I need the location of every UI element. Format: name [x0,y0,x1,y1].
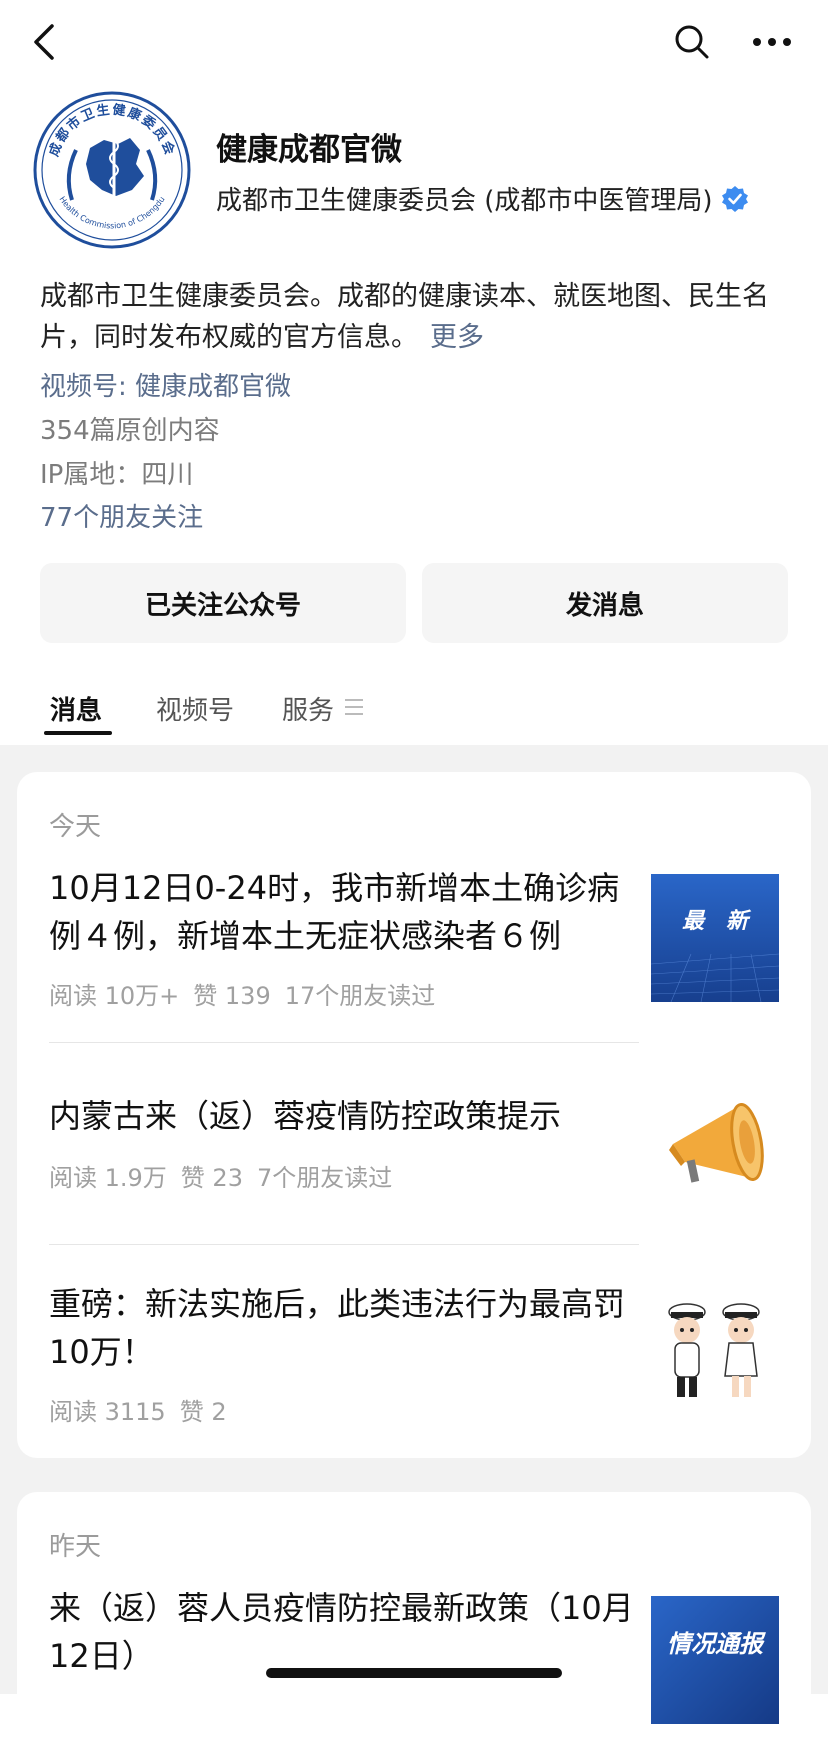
channels-link[interactable]: 视频号: 健康成都官微 [40,366,291,403]
read-count: 阅读 10万+ [49,982,180,1010]
tab-messages[interactable]: 消息 [50,690,102,727]
divider [49,1244,639,1245]
more-link[interactable]: 更多 [430,322,484,353]
home-indicator [266,1668,562,1678]
tab-services[interactable]: 服务 [282,690,334,727]
friends-read: 7个朋友读过 [256,1164,393,1192]
more-options-icon[interactable] [752,36,792,48]
account-description: 成都市卫生健康委员会。成都的健康读本、就医地图、民生名片，同时发布权威的官方信息… [40,276,800,358]
read-count: 阅读 1.9万 [49,1164,167,1192]
article-title[interactable]: 重磅：新法实施后，此类违法行为最高罚10万！ [49,1280,649,1376]
date-label: 今天 [49,812,102,842]
feed-card-yesterday: 昨天 来（返）蓉人员疫情防控最新政策（10月12日） 情况通报 [17,1492,811,1752]
menu-icon[interactable] [344,698,364,716]
thumbnail-text: 情况通报 [667,1630,766,1658]
like-count: 赞 2 [179,1398,227,1426]
description-text: 成都市卫生健康委员会。成都的健康读本、就医地图、民生名片，同时发布权威的官方信息… [40,281,769,353]
article-thumbnail[interactable]: 情况通报 [651,1596,779,1724]
account-logo[interactable]: 成都市卫生健康委员会 Health Commission of Chengdu [32,90,192,250]
like-count: 赞 23 [180,1164,243,1192]
read-count: 阅读 3115 [49,1398,166,1426]
account-name: 健康成都官微 [216,132,402,168]
article-meta: 阅读 3115 赞 2 [49,1392,241,1427]
divider [49,1042,639,1043]
verified-icon [721,186,748,212]
article-title[interactable]: 来（返）蓉人员疫情防控最新政策（10月12日） [49,1584,649,1680]
friends-following[interactable]: 77个朋友关注 [40,497,203,534]
megaphone-thumbnail[interactable] [651,1078,779,1206]
like-count: 赞 139 [193,982,271,1010]
back-icon[interactable] [30,22,58,62]
article-meta: 阅读 10万+ 赞 139 17个朋友读过 [49,976,449,1011]
thumbnail-text: 最 新 [682,908,752,934]
megaphone-icon [651,1078,779,1206]
send-message-button[interactable]: 发消息 [422,563,788,643]
police-officers-icon [651,1290,779,1418]
original-content-count[interactable]: 354篇原创内容 [40,410,220,447]
police-cartoon-thumbnail[interactable] [651,1290,779,1418]
followed-button[interactable]: 已关注公众号 [40,563,406,643]
search-icon[interactable] [672,22,712,62]
tab-channels[interactable]: 视频号 [156,690,234,727]
article-title[interactable]: 内蒙古来（返）蓉疫情防控政策提示 [49,1092,649,1140]
feed-card-today: 今天 10月12日0-24时，我市新增本土确诊病例４例，新增本土无症状感染者６例… [17,772,811,1458]
date-label: 昨天 [49,1532,102,1562]
tab-active-indicator [44,731,112,735]
friends-read: 17个朋友读过 [284,982,436,1010]
article-meta: 阅读 1.9万赞 23 7个朋友读过 [49,1158,406,1193]
organization-name: 成都市卫生健康委员会 (成都市中医管理局) [216,186,713,216]
account-organization: 成都市卫生健康委员会 (成都市中医管理局) [216,180,749,217]
article-thumbnail[interactable]: 最 新 [651,874,779,1002]
article-title[interactable]: 10月12日0-24时，我市新增本土确诊病例４例，新增本土无症状感染者６例 [49,864,649,960]
ip-location: IP属地：四川 [40,460,194,490]
